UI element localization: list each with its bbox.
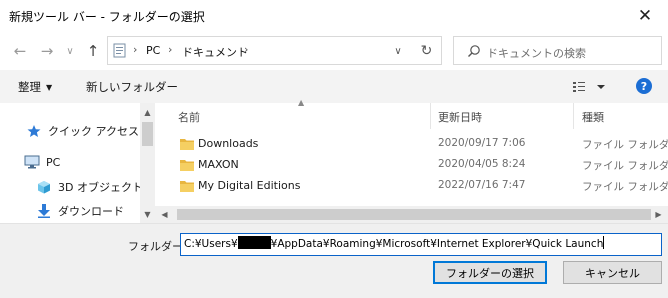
help-button[interactable]: ?: [636, 78, 652, 94]
cancel-button[interactable]: キャンセル: [563, 261, 662, 284]
document-folder-icon: [113, 43, 126, 58]
close-button[interactable]: ✕: [622, 0, 668, 31]
new-folder-label: 新しいフォルダー: [86, 80, 178, 94]
sort-ascending-icon: ▲: [298, 98, 305, 107]
scroll-left-arrow-icon[interactable]: ◀: [157, 207, 172, 222]
sidebar-item-pc[interactable]: PC: [24, 155, 60, 169]
file-name: Downloads: [198, 137, 259, 150]
help-icon: ?: [640, 79, 648, 93]
scrollbar-thumb[interactable]: [142, 122, 153, 146]
file-name: My Digital Editions: [198, 179, 301, 192]
scrollbar-thumb[interactable]: [177, 209, 651, 220]
navigation-bar: ← → ∨ ↑ › PC › ドキュメント › ∨ ↻ ドキュメントの検索: [0, 32, 668, 70]
close-icon: ✕: [637, 5, 653, 26]
breadcrumb-pc[interactable]: PC: [146, 44, 160, 57]
folder-icon: [180, 160, 194, 171]
redaction-block: [237, 236, 271, 249]
file-date: 2022/07/16 7:47: [438, 179, 526, 191]
computer-icon: [24, 155, 40, 169]
scroll-right-arrow-icon[interactable]: ▶: [651, 207, 666, 222]
sidebar-item-downloads[interactable]: ダウンロード: [36, 203, 124, 219]
command-toolbar: 整理 ▼ 新しいフォルダー ?: [0, 70, 668, 103]
file-type: ファイル フォルダー: [582, 160, 668, 172]
recent-locations-button[interactable]: ∨: [60, 41, 80, 61]
list-item[interactable]: My Digital Editions 2022/07/16 7:47 ファイル…: [168, 176, 668, 197]
file-date: 2020/04/05 8:24: [438, 158, 526, 170]
column-header-type[interactable]: 種類: [582, 103, 604, 129]
sidebar-item-label: 3D オブジェクト: [58, 181, 143, 194]
search-placeholder: ドキュメントの検索: [487, 47, 586, 60]
folder-icon: [180, 139, 194, 150]
forward-button[interactable]: →: [37, 41, 57, 61]
chevron-down-icon: ∨: [66, 45, 74, 57]
caret-down-icon: ▼: [46, 83, 53, 92]
sidebar-item-label: クイック アクセス: [48, 125, 139, 138]
title-bar: 新規ツール バー - フォルダーの選択 ✕: [0, 0, 668, 32]
search-box[interactable]: ドキュメントの検索: [453, 36, 662, 65]
cube-icon: [38, 181, 50, 194]
sidebar-item-label: PC: [46, 155, 61, 169]
dialog-footer: フォルダー: C:¥Users¥ ¥AppData¥Roaming¥Microso…: [0, 223, 668, 298]
organize-label: 整理: [18, 80, 41, 94]
column-header-name[interactable]: 名前: [178, 103, 200, 129]
file-type: ファイル フォルダー: [582, 139, 668, 151]
sidebar-item-3d-objects[interactable]: 3D オブジェクト: [36, 179, 143, 195]
new-folder-button[interactable]: 新しいフォルダー: [86, 79, 178, 95]
scroll-down-arrow-icon[interactable]: ▼: [140, 207, 155, 221]
sidebar-item-label: ダウンロード: [58, 205, 124, 218]
file-type: ファイル フォルダー: [582, 181, 668, 193]
refresh-icon: ↻: [420, 42, 433, 59]
forward-arrow-icon: →: [40, 42, 54, 60]
star-icon: [27, 125, 41, 137]
folder-path-input[interactable]: C:¥Users¥ ¥AppData¥Roaming¥Microsoft¥Inte…: [180, 233, 662, 256]
breadcrumb-separator-icon: ›: [133, 43, 138, 56]
navigation-pane-scrollbar[interactable]: ▲ ▼: [140, 103, 155, 223]
folder-icon: [180, 181, 194, 192]
chevron-down-icon: ∨: [394, 46, 402, 57]
column-divider[interactable]: [430, 103, 431, 129]
folder-path-end: ¥AppData¥Roaming¥Microsoft¥Internet Expl…: [270, 238, 604, 250]
file-list-horizontal-scrollbar[interactable]: ◀ ▶: [155, 206, 668, 223]
list-item[interactable]: Downloads 2020/09/17 7:06 ファイル フォルダー: [168, 134, 668, 155]
address-bar[interactable]: › PC › ドキュメント › ∨: [107, 36, 442, 65]
file-date: 2020/09/17 7:06: [438, 137, 526, 149]
refresh-button[interactable]: ↻: [412, 36, 442, 65]
folder-field-label: フォルダー:: [128, 240, 187, 253]
column-divider[interactable]: [573, 103, 574, 129]
download-arrow-icon: [38, 204, 50, 218]
back-button[interactable]: ←: [10, 41, 30, 61]
navigation-pane: クイック アクセス PC 3D オブジェクト ダウンロード: [0, 103, 155, 223]
breadcrumb-separator-icon: ›: [244, 43, 249, 56]
scroll-up-arrow-icon[interactable]: ▲: [140, 105, 155, 119]
address-dropdown-button[interactable]: ∨: [387, 44, 409, 59]
search-icon: [468, 45, 480, 57]
breadcrumb-documents[interactable]: ドキュメント: [182, 44, 248, 60]
window-title: 新規ツール バー - フォルダーの選択: [9, 10, 205, 24]
back-arrow-icon: ←: [13, 42, 27, 60]
file-name: MAXON: [198, 158, 239, 171]
list-item[interactable]: MAXON 2020/04/05 8:24 ファイル フォルダー: [168, 155, 668, 176]
breadcrumb-separator-icon: ›: [168, 43, 173, 56]
file-list: ▲ 名前 更新日時 種類 Downloads 2020/09/17 7:06 フ…: [168, 98, 668, 223]
column-header-date[interactable]: 更新日時: [438, 103, 482, 129]
details-view-icon: [573, 82, 605, 92]
select-folder-button[interactable]: フォルダーの選択: [433, 261, 547, 284]
up-button[interactable]: ↑: [83, 41, 103, 61]
text-cursor: [603, 236, 605, 249]
organize-menu-button[interactable]: 整理 ▼: [18, 79, 52, 95]
view-options-button[interactable]: [571, 78, 609, 96]
folder-path-start: C:¥Users¥: [184, 238, 238, 250]
sidebar-item-quick-access[interactable]: クイック アクセス: [26, 123, 139, 139]
up-arrow-icon: ↑: [86, 42, 100, 60]
